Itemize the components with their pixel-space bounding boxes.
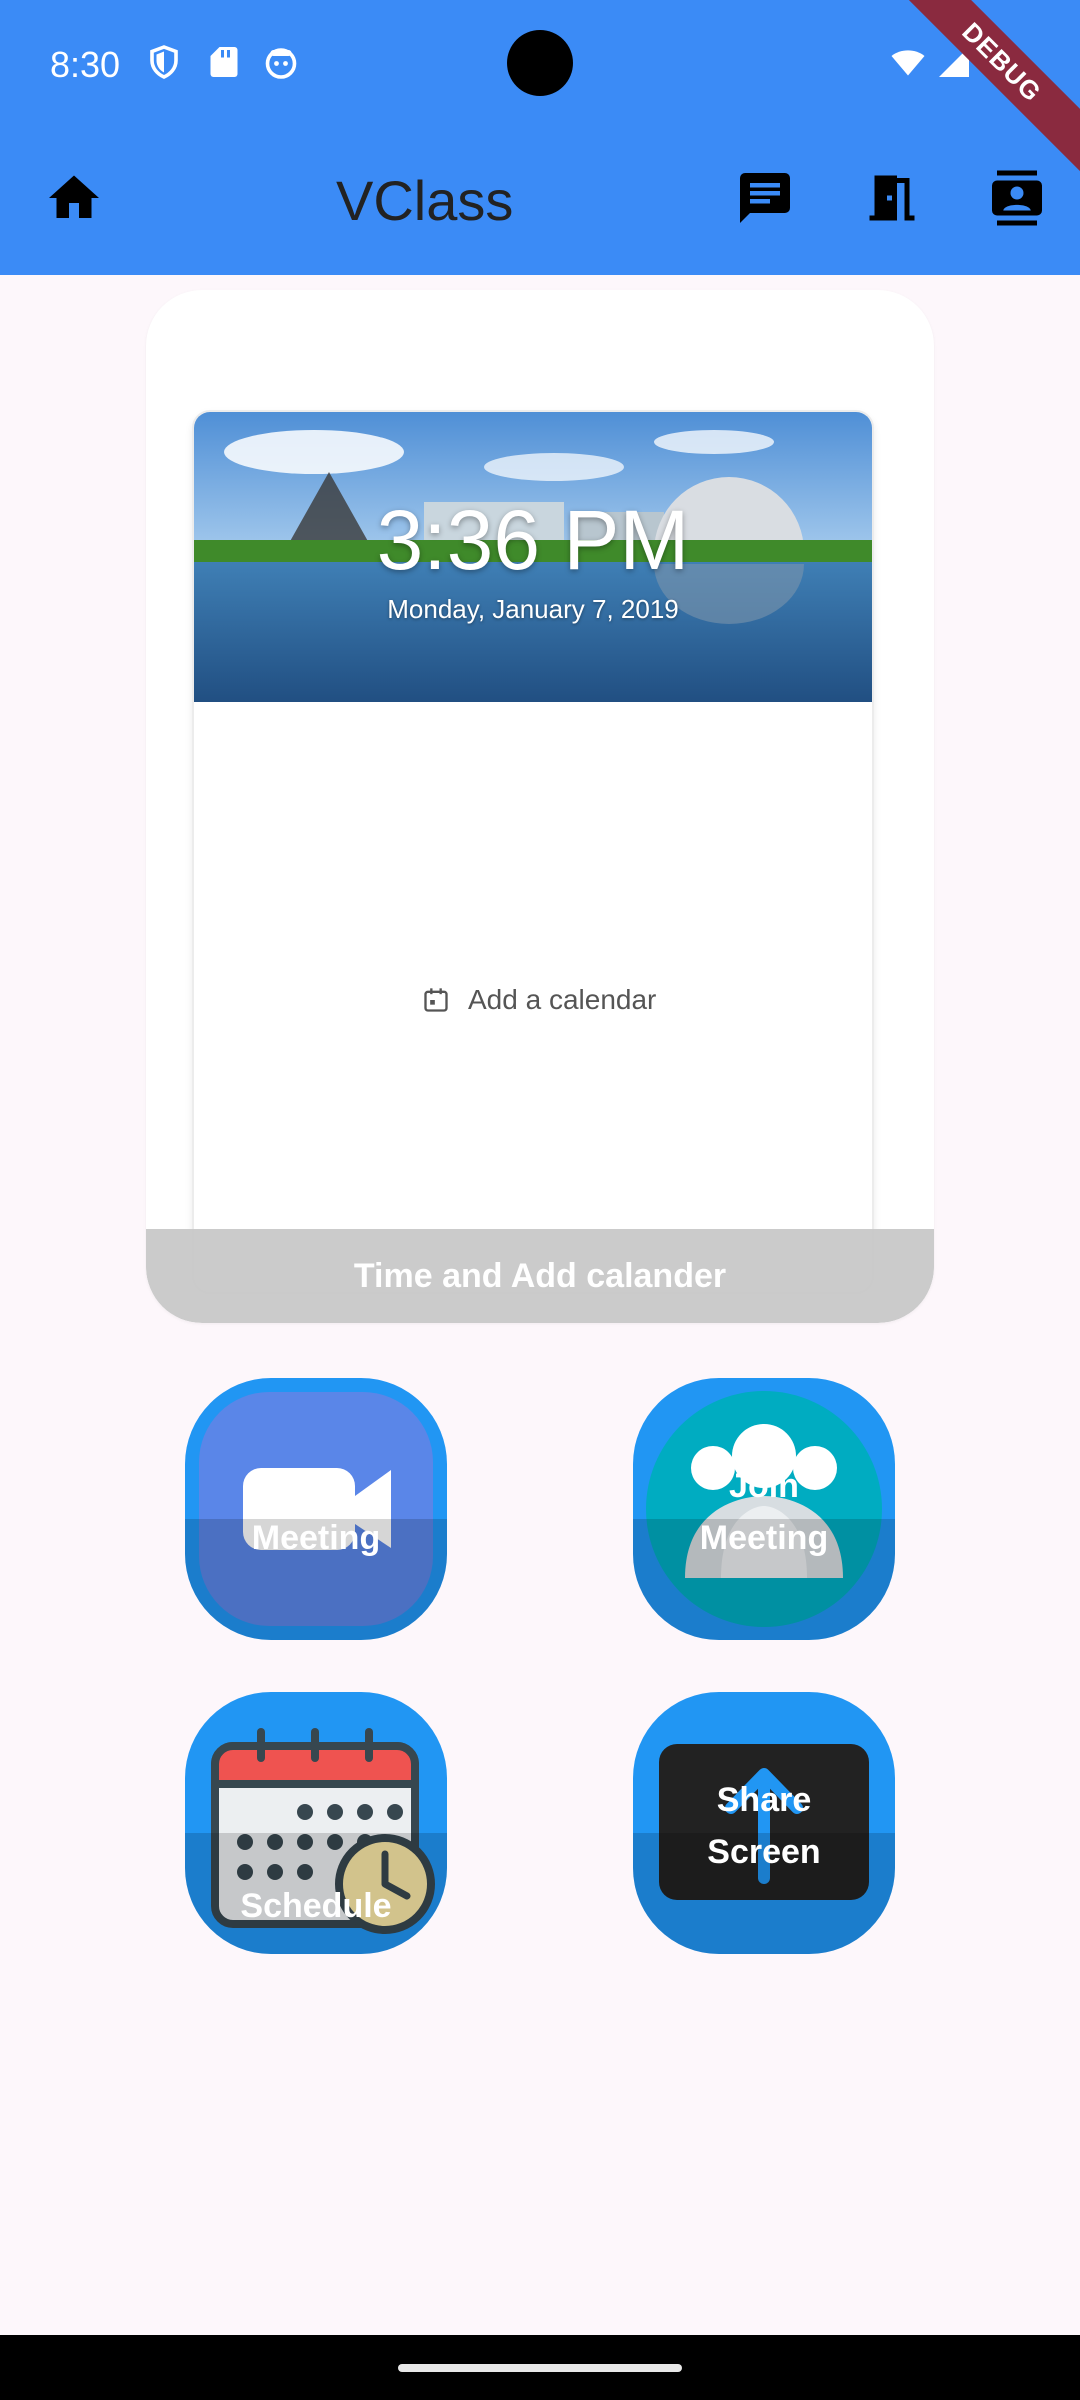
schedule-label: Schedule bbox=[240, 1887, 392, 1925]
home-gesture-bar[interactable] bbox=[398, 2364, 682, 2372]
schedule-button[interactable]: Schedule bbox=[185, 1692, 447, 1954]
calendar-icon bbox=[424, 988, 448, 1012]
app-bar: 8:30 DEBUG VClass bbox=[0, 0, 1080, 275]
door-icon[interactable] bbox=[862, 168, 922, 228]
android-face-icon bbox=[265, 48, 297, 79]
join-meeting-label: Join Meeting bbox=[699, 1467, 829, 1557]
status-bar: 8:30 bbox=[0, 0, 1080, 130]
calendar-preview: 3:36 PM Monday, January 7, 2019 Add a ca… bbox=[192, 410, 874, 1294]
join-meeting-button[interactable]: Join Meeting bbox=[633, 1378, 895, 1640]
sd-card-icon bbox=[210, 47, 238, 77]
chat-icon[interactable] bbox=[735, 168, 795, 228]
hero-date: Monday, January 7, 2019 bbox=[387, 594, 679, 624]
add-calendar-link[interactable]: Add a calendar bbox=[422, 984, 656, 1016]
front-camera bbox=[507, 30, 573, 96]
add-calendar-label: Add a calendar bbox=[468, 984, 657, 1015]
page-title: VClass bbox=[336, 169, 514, 232]
hero-time: 3:36 PM bbox=[376, 493, 690, 587]
wifi-icon bbox=[891, 50, 925, 76]
shield-icon bbox=[150, 45, 178, 79]
contacts-icon[interactable] bbox=[987, 168, 1047, 228]
new-meeting-label: New Meeting bbox=[251, 1467, 381, 1557]
time-calendar-card[interactable]: 3:36 PM Monday, January 7, 2019 Add a ca… bbox=[146, 290, 934, 1323]
home-icon[interactable] bbox=[44, 168, 104, 228]
new-meeting-button[interactable]: New Meeting bbox=[185, 1378, 447, 1640]
share-screen-button[interactable]: Share Screen bbox=[633, 1692, 895, 1954]
share-screen-label: Share Screen bbox=[707, 1781, 821, 1871]
status-time: 8:30 bbox=[50, 44, 121, 85]
card-caption: Time and Add calander bbox=[146, 1229, 934, 1323]
